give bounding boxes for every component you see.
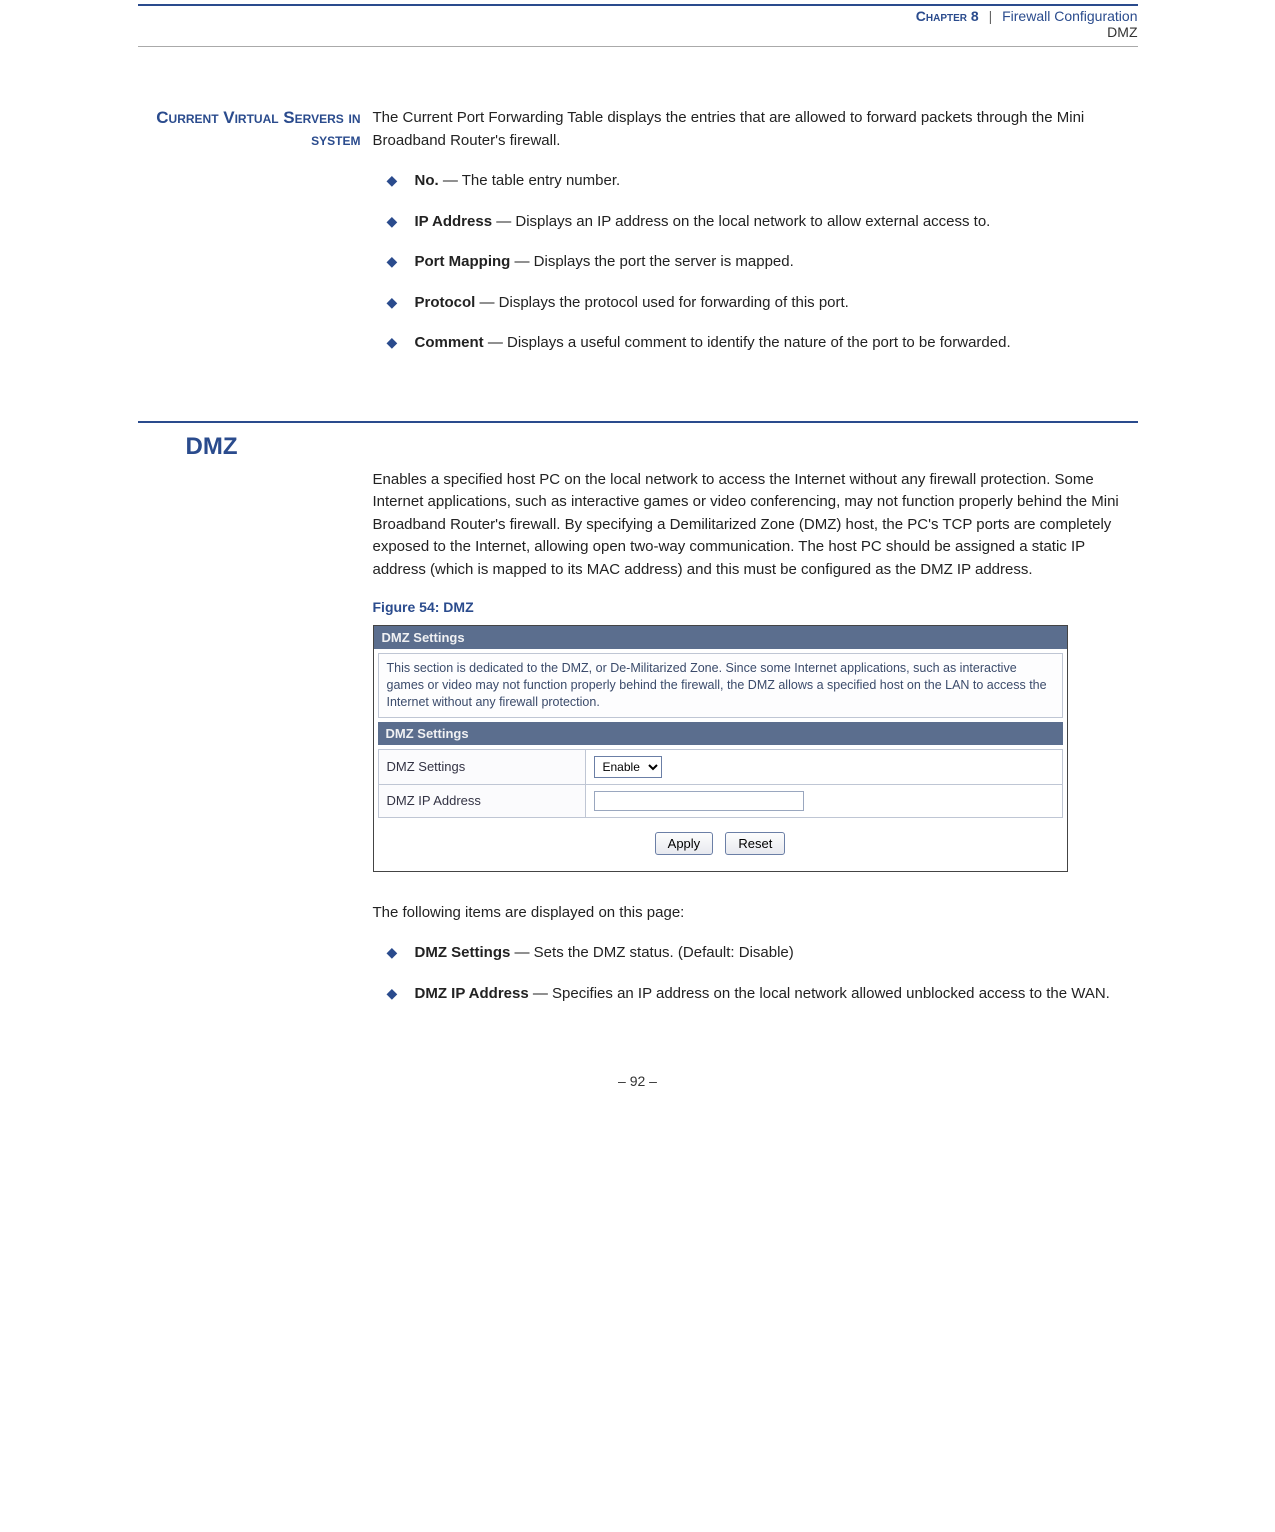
dmz-ip-input[interactable] <box>594 791 804 811</box>
desc: — Displays an IP address on the local ne… <box>492 213 990 230</box>
section1-intro: The Current Port Forwarding Table displa… <box>373 107 1138 152</box>
list-item: IP Address — Displays an IP address on t… <box>373 211 1138 234</box>
desc: — Displays the protocol used for forward… <box>475 294 849 311</box>
dmz-ip-label: DMZ IP Address <box>378 784 585 817</box>
page-number: – 92 – <box>138 1023 1138 1109</box>
list-item: DMZ Settings — Sets the DMZ status. (Def… <box>373 942 1138 965</box>
dmz-settings-label: DMZ Settings <box>378 749 585 784</box>
figure-dmz-screenshot: DMZ Settings This section is dedicated t… <box>373 625 1068 872</box>
term-comment: Comment <box>415 334 484 351</box>
figure-description: This section is dedicated to the DMZ, or… <box>378 653 1063 718</box>
term-port-mapping: Port Mapping <box>415 253 511 270</box>
chapter-subtitle: DMZ <box>138 24 1138 40</box>
term-no: No. <box>415 172 439 189</box>
dmz-settings-select[interactable]: Enable <box>594 756 662 778</box>
desc: — Displays a useful comment to identify … <box>484 334 1011 351</box>
list-item: DMZ IP Address — Specifies an IP address… <box>373 983 1138 1006</box>
term-ip-address: IP Address <box>415 213 493 230</box>
page-header: Chapter 8 | Firewall Configuration DMZ <box>138 8 1138 46</box>
figure-bar-title-1: DMZ Settings <box>374 626 1067 649</box>
term-dmz-ip-address: DMZ IP Address <box>415 985 529 1002</box>
section2-intro: Enables a specified host PC on the local… <box>373 469 1138 582</box>
apply-button[interactable]: Apply <box>655 832 714 855</box>
list-item: No. — The table entry number. <box>373 170 1138 193</box>
chapter-label: Chapter 8 <box>916 8 979 24</box>
term-dmz-settings: DMZ Settings <box>415 944 511 961</box>
list-item: Port Mapping — Displays the port the ser… <box>373 251 1138 274</box>
list-item: Protocol — Displays the protocol used fo… <box>373 292 1138 315</box>
desc: — The table entry number. <box>439 172 621 189</box>
figure-bar-title-2: DMZ Settings <box>378 722 1063 745</box>
figure-caption: Figure 54: DMZ <box>373 599 1138 615</box>
reset-button[interactable]: Reset <box>725 832 785 855</box>
side-heading-virtual-servers: Current Virtual Servers in system <box>138 107 361 151</box>
desc: — Specifies an IP address on the local n… <box>529 985 1110 1002</box>
section-heading-dmz: DMZ <box>138 433 373 461</box>
term-protocol: Protocol <box>415 294 476 311</box>
after-figure-text: The following items are displayed on thi… <box>373 902 1138 925</box>
list-item: Comment — Displays a useful comment to i… <box>373 332 1138 355</box>
header-sep: | <box>989 8 993 24</box>
desc: — Displays the port the server is mapped… <box>510 253 793 270</box>
chapter-title: Firewall Configuration <box>1002 8 1137 24</box>
desc: — Sets the DMZ status. (Default: Disable… <box>510 944 793 961</box>
